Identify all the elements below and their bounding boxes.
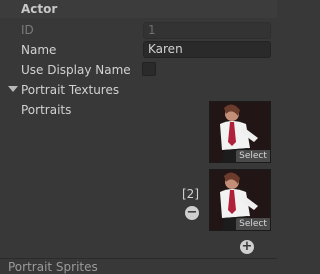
actor-title: Actor: [21, 2, 58, 16]
portrait-slot-1[interactable]: Select: [209, 101, 271, 163]
name-field[interactable]: Karen: [143, 41, 271, 58]
select-button-2[interactable]: Select: [236, 218, 270, 230]
portrait-sprites-foldout[interactable]: Portrait Sprites: [8, 260, 98, 274]
use-display-name-label: Use Display Name: [21, 63, 131, 77]
select-button-1[interactable]: Select: [236, 150, 270, 162]
name-label: Name: [21, 43, 57, 57]
plus-icon: +: [241, 239, 253, 254]
remove-portrait-button[interactable]: −: [185, 206, 199, 220]
id-field: 1: [143, 22, 271, 39]
section-divider: [0, 258, 277, 259]
add-portrait-button[interactable]: +: [240, 240, 254, 254]
use-display-name-checkbox[interactable]: [142, 62, 156, 76]
portraits-label: Portraits: [21, 103, 72, 117]
portrait-index-label: [2]: [182, 187, 199, 201]
name-value: Karen: [148, 42, 183, 56]
minus-icon: −: [186, 205, 198, 220]
id-label: ID: [21, 23, 34, 37]
portrait-slot-2[interactable]: Select: [209, 169, 271, 231]
foldout-arrow-icon[interactable]: [8, 86, 18, 92]
portrait-textures-foldout[interactable]: Portrait Textures: [21, 83, 119, 97]
id-value: 1: [148, 23, 156, 37]
